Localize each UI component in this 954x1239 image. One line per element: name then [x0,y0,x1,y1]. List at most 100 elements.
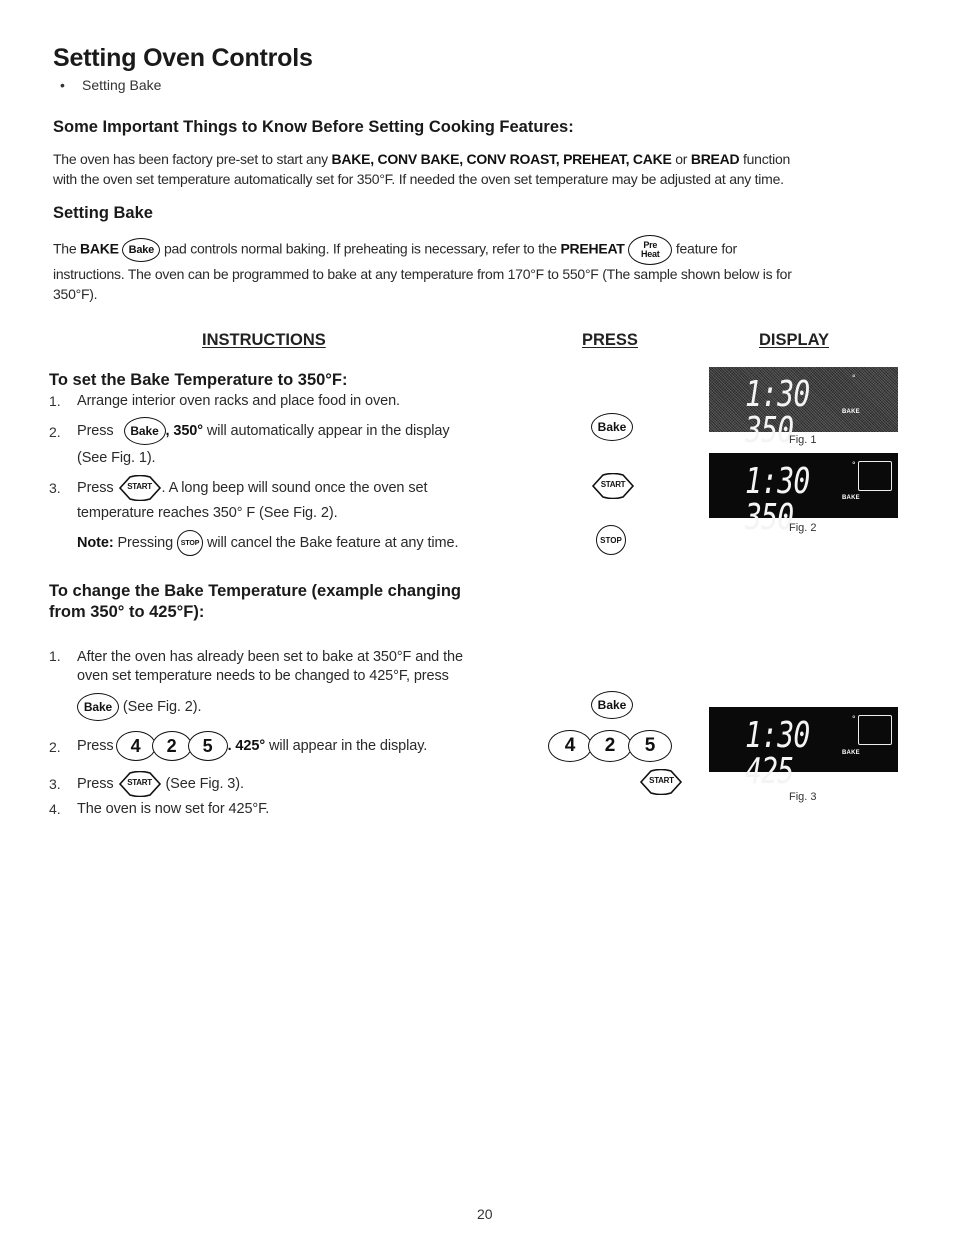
key-label: STOP [180,539,200,547]
step-text-cont: Bake (See Fig. 2). [77,693,202,721]
bake-indicator: BAKE [842,750,860,756]
text: Press [77,479,114,496]
text: The oven has been factory pre-set to sta… [53,151,332,167]
text: The [53,240,81,257]
temp: 350 [745,497,794,538]
display-fig3: 1:30 425 ° BAKE [709,707,898,790]
bake-indicator: BAKE [842,409,860,415]
time: 1:30 [745,461,810,502]
stop-key-icon: STOP [177,530,204,556]
step-text: Press 4 2 5 . 425° will appear in the displa… [77,731,427,761]
page-title: Setting Oven Controls [53,44,313,72]
step-text-cont: temperature reaches 350° F (See Fig. 2). [77,505,338,521]
step-number: 4. [49,801,61,817]
text: . A long beep will sound once the oven s… [161,479,428,496]
key-label: STOP [600,535,622,545]
step-text: Press START (See Fig. 3). [77,771,244,797]
section2-heading: To change the Bake Temperature (example … [49,581,461,623]
step-text: Press Bake , 350° will automatically appe… [77,417,450,445]
column-header-press: PRESS [582,331,638,349]
bake-key-icon: Bake [123,417,166,445]
degree-symbol: ° [852,714,856,724]
heading-line: To change the Bake Temperature (example … [49,582,461,600]
temp: 425 [745,751,794,792]
step-number: 1. [49,393,61,409]
setting-bake-heading: Setting Bake [53,204,153,222]
bold-text: PREHEAT [560,240,625,257]
press-bake-key[interactable]: Bake [591,691,633,719]
key-label: Bake [130,424,159,438]
press-digit-4-key[interactable]: 4 [548,730,592,762]
text: Press [77,775,114,792]
section1-heading: To set the Bake Temperature to 350°F: [49,371,348,389]
key-label: START [127,778,152,787]
bold-text: BREAD [690,151,740,167]
time: 1:30 [745,374,810,415]
text: with the oven set temperature automatica… [53,171,784,187]
step-number: 1. [49,648,61,664]
text: will appear in the display. [265,737,428,754]
text: (See Fig. 3). [161,775,244,792]
key-label: 2 [604,735,616,756]
key-label: Bake [597,420,627,434]
display-fig2: 1:30 350 ° BAKE [709,453,898,536]
display-fig1: 1:30 350 ° BAKE [709,367,898,449]
intro-paragraph: The oven has been factory pre-set to sta… [53,149,913,189]
fig-caption: Fig. 3 [789,791,817,803]
text: Pressing [113,534,178,551]
text: or [671,151,691,167]
step-number: 3. [49,776,61,792]
bullet-text: Setting Bake [82,77,162,93]
digit-4-key-icon: 4 [115,731,156,761]
bold-text: BAKE [80,240,119,257]
key-label: Bake [128,244,155,256]
key-label: Heat [640,249,660,259]
degree-symbol: ° [852,373,856,383]
step-number: 3. [49,480,61,496]
press-start-key[interactable]: START [591,473,635,499]
press-digit-5-key[interactable]: 5 [628,730,672,762]
start-key-icon: START [118,771,162,797]
press-bake-key[interactable]: Bake [591,413,633,441]
step-text-cont: (See Fig. 1). [77,450,156,466]
bullet-item: • Setting Bake [60,77,162,93]
key-label: Bake [83,700,113,714]
column-header-instructions: INSTRUCTIONS [202,331,326,349]
text: feature for [672,240,737,257]
text: pad controls normal baking. If preheatin… [160,240,561,257]
bake-indicator: BAKE [842,495,860,501]
key-label: 2 [166,735,177,756]
indicator-box [858,715,892,745]
key-label: 5 [202,735,213,756]
text: Press [77,737,114,754]
press-stop-key[interactable]: STOP [596,525,626,555]
intro-heading: Some Important Things to Know Before Set… [53,118,574,136]
digit-2-key-icon: 2 [151,731,192,761]
key-label: Bake [597,698,627,712]
bake-key-icon: Bake [122,238,161,262]
heading-line: from 350° to 425°F): [49,603,205,621]
text: (See Fig. 2). [119,698,202,715]
text: will cancel the Bake feature at any time… [203,534,459,551]
press-digit-2-key[interactable]: 2 [588,730,632,762]
text: 350°F). [53,286,98,302]
note-label: Note: [77,534,114,551]
note: Note: Pressing STOP will cancel the Bake… [77,530,458,556]
bold-text: , 350° [165,422,204,439]
text: After the oven has already been set to b… [77,649,463,665]
text: will automatically appear in the display [202,422,450,439]
key-label: START [127,482,152,491]
press-start-key[interactable]: START [639,769,683,795]
indicator-box [858,461,892,491]
bake-key-icon: Bake [77,693,119,721]
bold-text: BAKE, CONV BAKE, CONV ROAST, PREHEAT, CA… [331,151,672,167]
fig-caption: Fig. 2 [789,522,817,534]
key-label: 4 [130,735,141,756]
column-header-display: DISPLAY [759,331,829,349]
key-label: START [649,776,674,785]
step-number: 2. [49,424,61,440]
key-label: START [600,480,626,489]
text: oven set temperature needs to be changed… [77,668,449,684]
step-text: The oven is now set for 425°F. [77,801,270,817]
step-text: Press START . A long beep will sound once… [77,475,427,501]
